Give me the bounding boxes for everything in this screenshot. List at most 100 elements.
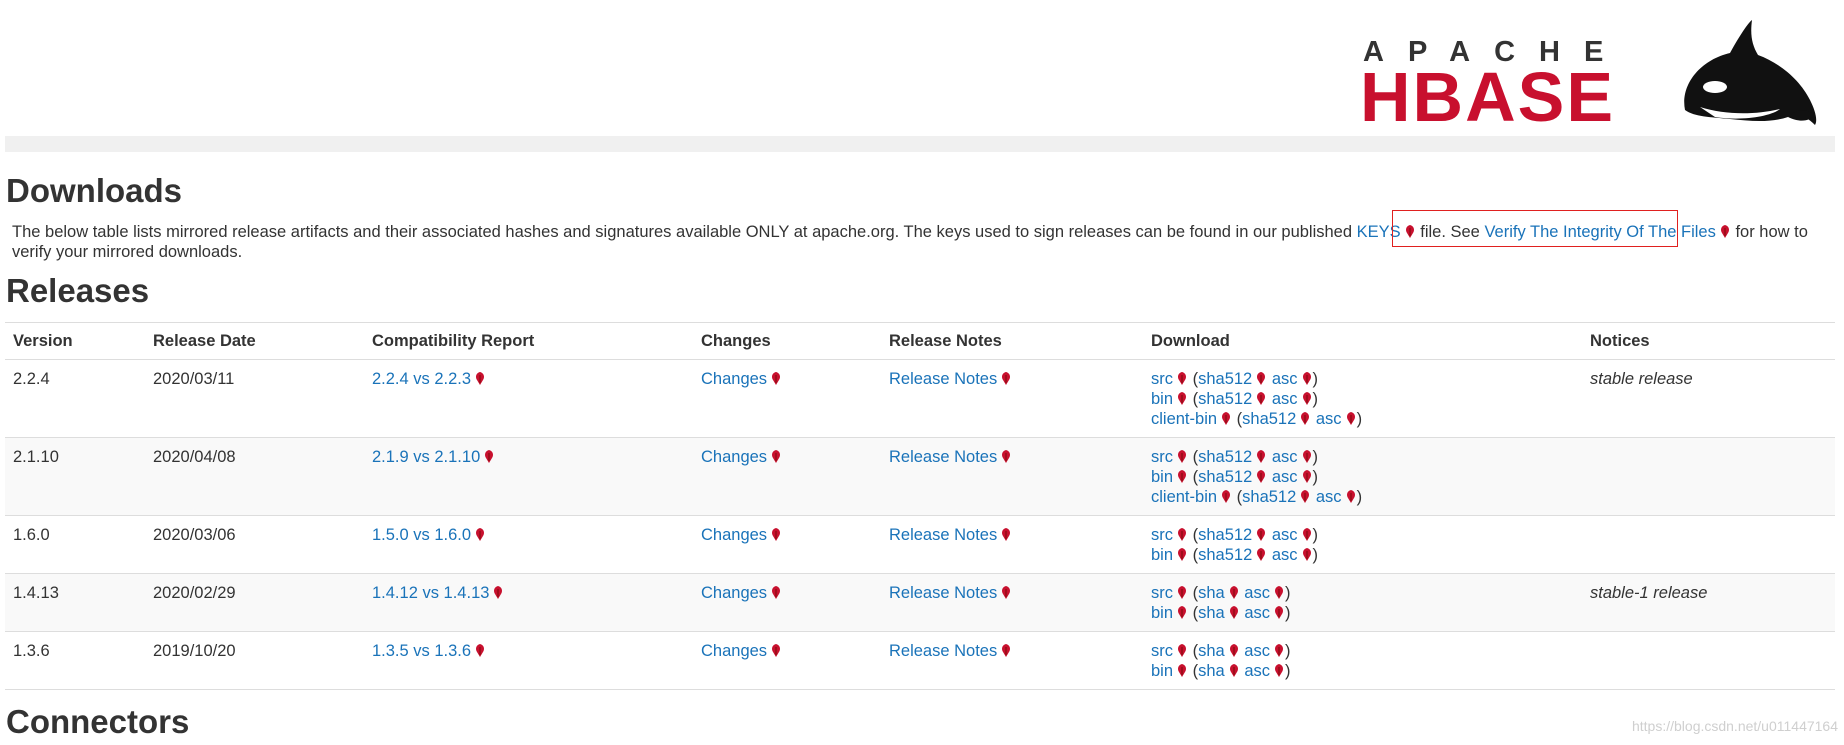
cell-version: 1.3.6 xyxy=(5,631,145,690)
releases-heading: Releases xyxy=(6,272,150,309)
hash-link[interactable]: sha512 xyxy=(1242,488,1296,506)
signature-link[interactable]: asc xyxy=(1272,370,1298,388)
cell-notice xyxy=(1582,631,1835,690)
release-notes-link[interactable]: Release Notes xyxy=(889,448,997,466)
changes-link[interactable]: Changes xyxy=(701,642,767,660)
table-row: 1.3.6 2019/10/20 1.3.5 vs 1.3.6 Changes Rele… xyxy=(5,631,1835,690)
paren-close: ) xyxy=(1356,488,1363,506)
feather-icon xyxy=(1301,450,1313,463)
cell-release-date: 2020/03/06 xyxy=(145,515,364,574)
download-bin-link[interactable]: bin xyxy=(1151,468,1173,486)
hash-link[interactable]: sha xyxy=(1198,662,1225,680)
feather-icon xyxy=(1273,586,1285,599)
changes-link[interactable]: Changes xyxy=(701,584,767,602)
compatibility-report-link[interactable]: 2.1.9 vs 2.1.10 xyxy=(372,448,480,466)
download-src-link[interactable]: src xyxy=(1151,642,1173,660)
feather-icon xyxy=(1301,470,1313,483)
release-notes-link[interactable]: Release Notes xyxy=(889,370,997,388)
feather-icon xyxy=(474,644,486,657)
hash-link[interactable]: sha xyxy=(1198,642,1225,660)
table-row: 1.6.0 2020/03/06 1.5.0 vs 1.6.0 Changes Rele… xyxy=(5,515,1835,574)
signature-link[interactable]: asc xyxy=(1272,448,1298,466)
cell-release-date: 2020/03/11 xyxy=(145,359,364,438)
signature-link[interactable]: asc xyxy=(1272,390,1298,408)
changes-link[interactable]: Changes xyxy=(701,448,767,466)
download-src-link[interactable]: src xyxy=(1151,526,1173,544)
release-notes-link[interactable]: Release Notes xyxy=(889,526,997,544)
download-client-bin-link[interactable]: client-bin xyxy=(1151,488,1217,506)
hbase-logo[interactable]: APACHE HBASE xyxy=(1355,10,1825,140)
hash-link[interactable]: sha512 xyxy=(1242,410,1296,428)
compatibility-report-link[interactable]: 2.2.4 vs 2.2.3 xyxy=(372,370,471,388)
signature-link[interactable]: asc xyxy=(1272,526,1298,544)
feather-icon xyxy=(483,450,495,463)
download-line: src (sha512 asc) xyxy=(1151,369,1574,389)
signature-link[interactable]: asc xyxy=(1316,488,1342,506)
download-bin-link[interactable]: bin xyxy=(1151,662,1173,680)
download-src-link[interactable]: src xyxy=(1151,448,1173,466)
hash-link[interactable]: sha xyxy=(1198,584,1225,602)
site-header: APACHE HBASE xyxy=(0,0,1844,152)
hash-link[interactable]: sha512 xyxy=(1198,526,1252,544)
feather-icon xyxy=(474,528,486,541)
download-line: bin (sha asc) xyxy=(1151,603,1574,623)
compatibility-report-link[interactable]: 1.4.12 vs 1.4.13 xyxy=(372,584,489,602)
feather-icon xyxy=(1719,225,1731,238)
signature-link[interactable]: asc xyxy=(1244,662,1270,680)
compatibility-report-link[interactable]: 1.5.0 vs 1.6.0 xyxy=(372,526,471,544)
download-src-link[interactable]: src xyxy=(1151,370,1173,388)
feather-icon xyxy=(1255,372,1267,385)
paren-close: ) xyxy=(1284,642,1291,660)
changes-link[interactable]: Changes xyxy=(701,526,767,544)
feather-icon xyxy=(1176,548,1188,561)
feather-icon xyxy=(1000,372,1012,385)
cell-notice xyxy=(1582,437,1835,516)
header-release-date: Release Date xyxy=(145,322,364,360)
download-bin-link[interactable]: bin xyxy=(1151,604,1173,622)
download-src-link[interactable]: src xyxy=(1151,584,1173,602)
hash-link[interactable]: sha512 xyxy=(1198,390,1252,408)
feather-icon xyxy=(1301,548,1313,561)
signature-link[interactable]: asc xyxy=(1316,410,1342,428)
feather-icon xyxy=(1000,450,1012,463)
hash-link[interactable]: sha512 xyxy=(1198,468,1252,486)
cell-compatibility: 2.1.9 vs 2.1.10 xyxy=(364,437,693,516)
hash-link[interactable]: sha512 xyxy=(1198,448,1252,466)
feather-icon xyxy=(1220,490,1232,503)
signature-link[interactable]: asc xyxy=(1272,468,1298,486)
changes-link[interactable]: Changes xyxy=(701,370,767,388)
releases-table-body: 2.2.4 2020/03/11 2.2.4 vs 2.2.3 Changes Rele… xyxy=(5,359,1835,690)
download-line: src (sha asc) xyxy=(1151,641,1574,661)
signature-link[interactable]: asc xyxy=(1272,546,1298,564)
cell-version: 1.4.13 xyxy=(5,573,145,632)
hash-link[interactable]: sha512 xyxy=(1198,370,1252,388)
cell-release-notes: Release Notes xyxy=(881,359,1143,438)
hash-link[interactable]: sha512 xyxy=(1198,546,1252,564)
signature-link[interactable]: asc xyxy=(1244,604,1270,622)
release-notes-link[interactable]: Release Notes xyxy=(889,642,997,660)
feather-icon xyxy=(1220,412,1232,425)
header-divider xyxy=(5,136,1835,152)
feather-icon xyxy=(1273,606,1285,619)
download-bin-link[interactable]: bin xyxy=(1151,390,1173,408)
cell-release-notes: Release Notes xyxy=(881,515,1143,574)
feather-icon xyxy=(1273,664,1285,677)
cell-notice: stable-1 release xyxy=(1582,573,1835,632)
signature-link[interactable]: asc xyxy=(1244,642,1270,660)
cell-download: src (sha asc) bin (sha asc) xyxy=(1143,631,1582,690)
download-line: src (sha asc) xyxy=(1151,583,1574,603)
hash-link[interactable]: sha xyxy=(1198,604,1225,622)
download-bin-link[interactable]: bin xyxy=(1151,546,1173,564)
feather-icon xyxy=(770,528,782,541)
orca-icon xyxy=(1684,20,1817,125)
feather-icon xyxy=(1000,528,1012,541)
feather-icon xyxy=(770,644,782,657)
download-line: src (sha512 asc) xyxy=(1151,447,1574,467)
cell-version: 2.2.4 xyxy=(5,359,145,438)
download-client-bin-link[interactable]: client-bin xyxy=(1151,410,1217,428)
compatibility-report-link[interactable]: 1.3.5 vs 1.3.6 xyxy=(372,642,471,660)
signature-link[interactable]: asc xyxy=(1244,584,1270,602)
feather-icon xyxy=(1228,644,1240,657)
release-notes-link[interactable]: Release Notes xyxy=(889,584,997,602)
download-line: bin (sha asc) xyxy=(1151,661,1574,681)
